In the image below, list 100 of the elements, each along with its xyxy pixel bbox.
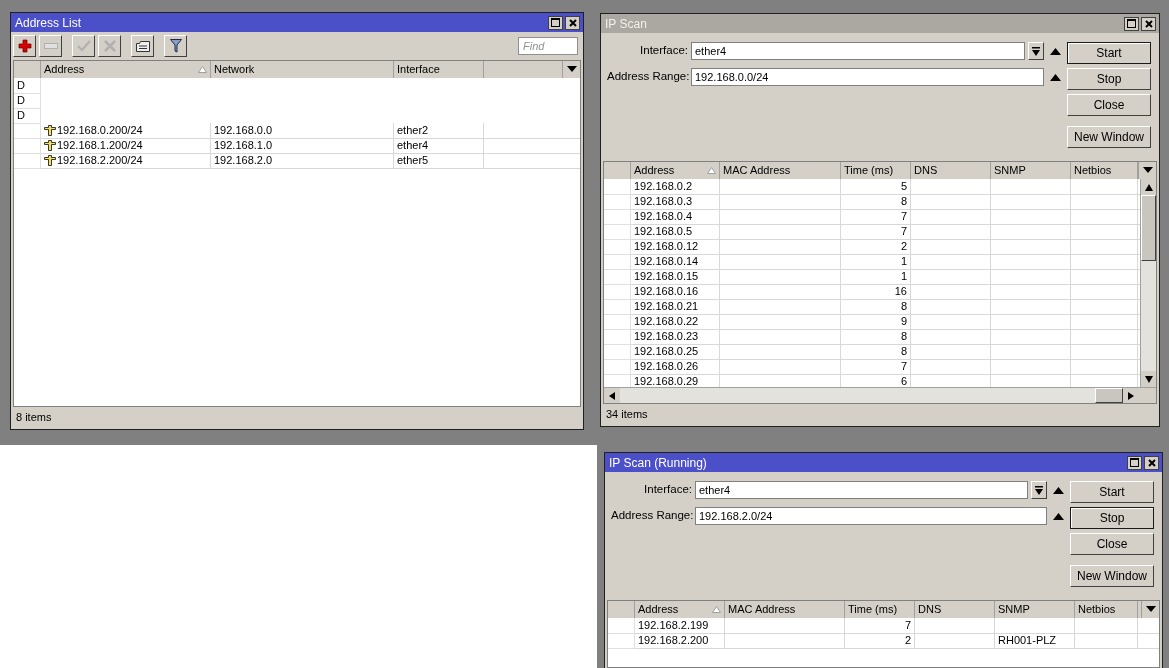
toolbar-button[interactable] xyxy=(164,35,187,57)
table-cell: 8 xyxy=(900,299,907,314)
down-arrow-icon xyxy=(1035,485,1043,495)
close-icon xyxy=(1144,19,1153,28)
toolbar-button[interactable] xyxy=(131,35,154,57)
table-cell: ether5 xyxy=(397,153,429,168)
sort-arrow-icon xyxy=(707,166,716,174)
table-cell: 192.168.0.200/24 xyxy=(57,123,143,138)
close-button[interactable] xyxy=(565,15,580,30)
up-arrow-icon xyxy=(1050,73,1061,81)
empty-cell xyxy=(1071,239,1138,255)
table-cell: 192.168.1.0 xyxy=(214,138,273,153)
dropdown-arrow-icon xyxy=(1142,167,1153,174)
table-cell: 1 xyxy=(900,269,907,284)
table-cell: 192.168.0.29 xyxy=(634,374,699,389)
cross-icon xyxy=(44,125,56,136)
table-cell: 7 xyxy=(900,359,907,374)
table-cell: 7 xyxy=(904,618,911,633)
action-button[interactable]: Close xyxy=(1067,94,1151,116)
empty-cell xyxy=(1071,209,1138,225)
table-cell: ether4 xyxy=(397,138,429,153)
vertical-scrollbar[interactable] xyxy=(1140,179,1156,387)
table-cell: 192.168.0.21 xyxy=(634,299,699,314)
scroll-left-button[interactable] xyxy=(604,388,620,403)
down-arrow-icon xyxy=(1032,46,1040,56)
up-arrow-icon xyxy=(1050,47,1061,55)
input-field[interactable]: ether4 xyxy=(691,42,1025,60)
table-cell: 192.168.0.4 xyxy=(634,209,693,224)
scroll-thumb[interactable] xyxy=(1141,195,1156,261)
table-cell: 192.168.2.200/24 xyxy=(57,153,143,168)
input-field[interactable]: 192.168.2.0/24 xyxy=(695,507,1047,525)
funnel-icon xyxy=(169,39,182,53)
right-arrow-icon xyxy=(1128,391,1134,400)
action-button[interactable]: Start xyxy=(1067,42,1151,64)
action-button[interactable]: Close xyxy=(1070,533,1154,555)
field-label: Address Range: xyxy=(611,508,695,524)
table-cell: 192.168.0.2 xyxy=(634,179,693,194)
empty-cell xyxy=(1071,329,1138,345)
close-icon xyxy=(568,18,577,27)
action-button[interactable]: Start xyxy=(1070,481,1154,503)
table-cell: 192.168.2.200 xyxy=(638,633,709,648)
empty-cell xyxy=(1071,179,1138,195)
scrollbar-corner xyxy=(1139,388,1156,403)
toolbar-button[interactable] xyxy=(13,35,36,57)
action-button[interactable]: New Window xyxy=(1067,126,1151,148)
dropdown-button[interactable] xyxy=(1028,42,1044,60)
up-arrow-icon xyxy=(1053,512,1064,520)
action-button[interactable]: Stop xyxy=(1067,68,1151,90)
find-field[interactable]: Find xyxy=(518,37,578,55)
table-cell: 192.168.0.14 xyxy=(634,254,699,269)
scroll-thumb[interactable] xyxy=(1095,388,1123,403)
status-text: 8 items xyxy=(16,409,52,425)
table-cell: 192.168.0.16 xyxy=(634,284,699,299)
maximize-icon xyxy=(1127,19,1136,28)
table-cell: D xyxy=(14,78,41,94)
table-cell: 1 xyxy=(900,254,907,269)
sort-arrow-icon xyxy=(712,605,721,613)
table-cell: 192.168.2.0 xyxy=(214,153,273,168)
close-button[interactable] xyxy=(1141,16,1156,31)
scroll-right-button[interactable] xyxy=(1123,388,1139,403)
table-cell: 2 xyxy=(904,633,911,648)
maximize-button[interactable] xyxy=(1127,455,1142,470)
plus-icon xyxy=(17,39,32,53)
maximize-button[interactable] xyxy=(548,15,563,30)
maximize-button[interactable] xyxy=(1124,16,1139,31)
empty-cell xyxy=(1071,299,1138,315)
action-button[interactable]: New Window xyxy=(1070,565,1154,587)
input-field[interactable]: ether4 xyxy=(695,481,1028,499)
note-icon xyxy=(135,40,150,52)
scroll-up-button[interactable] xyxy=(1141,179,1156,195)
left-arrow-icon xyxy=(609,391,615,400)
table-cell: 7 xyxy=(900,209,907,224)
close-button[interactable] xyxy=(1144,455,1159,470)
action-button[interactable]: Stop xyxy=(1070,507,1154,529)
empty-cell xyxy=(1071,194,1138,210)
empty-cell xyxy=(1071,254,1138,270)
cross-icon xyxy=(44,155,56,166)
table-cell: RH001-PLZ xyxy=(998,633,1057,648)
dropdown-button[interactable] xyxy=(1031,481,1047,499)
table-cell: 192.168.0.22 xyxy=(634,314,699,329)
table-cell: 8 xyxy=(900,329,907,344)
cross-icon xyxy=(44,140,56,151)
scroll-down-button[interactable] xyxy=(1141,371,1156,387)
status-text: 34 items xyxy=(606,406,648,422)
window-title: IP Scan xyxy=(605,15,647,33)
empty-cell xyxy=(1071,224,1138,240)
table-cell: 16 xyxy=(894,284,907,299)
empty-cell xyxy=(1071,269,1138,285)
input-field[interactable]: 192.168.0.0/24 xyxy=(691,68,1044,86)
table-cell: 192.168.0.25 xyxy=(634,344,699,359)
table-cell: 192.168.0.3 xyxy=(634,194,693,209)
table-cell: 192.168.0.0 xyxy=(214,123,273,138)
horizontal-scrollbar[interactable] xyxy=(604,387,1156,403)
table-cell: 8 xyxy=(900,194,907,209)
table-cell: D xyxy=(14,93,41,109)
minus-icon xyxy=(43,43,58,49)
table-cell: 192.168.0.23 xyxy=(634,329,699,344)
dropdown-arrow-icon xyxy=(566,66,577,73)
table-cell: 192.168.0.15 xyxy=(634,269,699,284)
empty-cell xyxy=(1071,314,1138,330)
